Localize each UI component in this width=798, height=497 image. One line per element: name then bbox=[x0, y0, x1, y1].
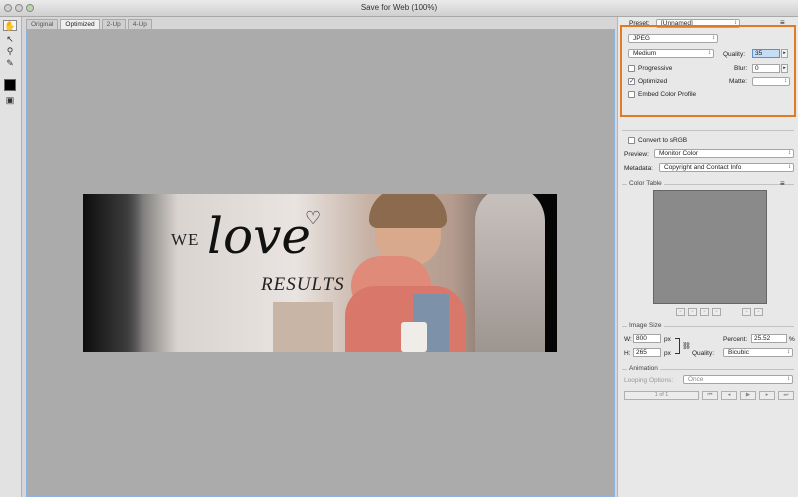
image-size-title: Image Size bbox=[627, 322, 664, 329]
tab-optimized[interactable]: Optimized bbox=[60, 19, 100, 29]
chain-link-icon[interactable]: ⛓ bbox=[682, 342, 691, 350]
lock-color-icon[interactable]: ▫ bbox=[700, 308, 709, 316]
matte-select[interactable] bbox=[752, 77, 790, 86]
preview-label: Preview: bbox=[624, 151, 649, 158]
window-titlebar: Save for Web (100%) bbox=[0, 0, 798, 17]
banner-woman-hair bbox=[369, 194, 447, 228]
preview-canvas[interactable]: WE love ♡ RESULTS bbox=[26, 29, 615, 497]
animation-title: Animation bbox=[627, 365, 660, 372]
view-tabs: Original Optimized 2-Up 4-Up bbox=[26, 19, 152, 29]
banner-text-results: RESULTS bbox=[261, 274, 345, 295]
height-input[interactable]: 265 bbox=[633, 348, 661, 357]
embed-color-profile-checkbox[interactable] bbox=[628, 91, 635, 98]
width-unit: px bbox=[664, 336, 671, 343]
progressive-checkbox[interactable] bbox=[628, 65, 635, 72]
tab-4-up[interactable]: 4-Up bbox=[127, 19, 152, 29]
play-button[interactable]: ▶ bbox=[740, 391, 756, 400]
color-table-menu-icon[interactable]: ≡ bbox=[780, 179, 785, 188]
tab-original[interactable]: Original bbox=[26, 19, 59, 29]
convert-srgb-checkbox[interactable] bbox=[628, 137, 635, 144]
quality-level-select[interactable]: Medium bbox=[628, 49, 714, 58]
looping-options-select[interactable]: Once bbox=[683, 375, 793, 384]
percent-label: Percent: bbox=[723, 336, 748, 343]
hand-tool-icon[interactable]: ✋ bbox=[3, 20, 17, 31]
banner-coffee-cup bbox=[401, 322, 427, 352]
height-unit: px bbox=[664, 350, 671, 357]
heart-icon: ♡ bbox=[305, 208, 322, 228]
optimized-checkbox[interactable]: ✓ bbox=[628, 78, 635, 85]
last-frame-button[interactable]: ⏭ bbox=[778, 391, 794, 400]
color-table-title: Color Table bbox=[627, 180, 664, 187]
tab-2-up[interactable]: 2-Up bbox=[101, 19, 126, 29]
matte-label: Matte: bbox=[729, 78, 748, 85]
zoom-tool-icon[interactable]: ⚲ bbox=[3, 46, 17, 57]
next-frame-button[interactable]: ▸ bbox=[759, 391, 775, 400]
height-label: H: bbox=[624, 350, 631, 357]
eyedropper-color-swatch[interactable] bbox=[4, 79, 16, 91]
color-table-area[interactable] bbox=[653, 190, 767, 304]
blur-input[interactable]: 0 bbox=[752, 64, 780, 73]
color-option-icon[interactable]: ▫ bbox=[742, 308, 751, 316]
web-snap-icon[interactable]: ▫ bbox=[688, 308, 697, 316]
eyedropper-tool-icon[interactable]: ✎ bbox=[3, 58, 17, 69]
new-color-icon[interactable]: ▫ bbox=[712, 308, 721, 316]
first-frame-button[interactable]: ⏮ bbox=[702, 391, 718, 400]
width-input[interactable]: 800 bbox=[633, 334, 661, 343]
width-label: W: bbox=[624, 336, 632, 343]
file-format-select[interactable]: JPEG bbox=[628, 34, 718, 43]
metadata-select[interactable]: Copyright and Contact Info bbox=[659, 163, 794, 172]
banner-text-we: WE bbox=[171, 230, 200, 249]
frame-counter: 1 of 1 bbox=[624, 391, 699, 400]
divider bbox=[622, 130, 794, 131]
embed-color-profile-label: Embed Color Profile bbox=[638, 91, 697, 98]
constrain-bracket bbox=[675, 338, 680, 354]
progressive-label: Progressive bbox=[638, 65, 673, 72]
banner-man-figure bbox=[475, 194, 545, 352]
map-color-icon[interactable]: ▫ bbox=[676, 308, 685, 316]
banner-image: WE love ♡ RESULTS bbox=[83, 194, 557, 352]
percent-input[interactable]: 25.52 bbox=[751, 334, 787, 343]
blur-label: Blur: bbox=[734, 65, 748, 72]
preview-select[interactable]: Monitor Color bbox=[654, 149, 794, 158]
looping-options-label: Looping Options: bbox=[624, 377, 674, 384]
quality-stepper[interactable]: ▸ bbox=[781, 49, 788, 58]
delete-color-icon[interactable]: ▫ bbox=[754, 308, 763, 316]
resample-quality-select[interactable]: Bicubic bbox=[723, 348, 793, 357]
optimized-label: Optimized bbox=[638, 78, 668, 85]
blur-stepper[interactable]: ▸ bbox=[781, 64, 788, 73]
metadata-label: Metadata: bbox=[624, 165, 653, 172]
convert-srgb-label: Convert to sRGB bbox=[638, 137, 688, 144]
percent-unit: % bbox=[789, 336, 795, 343]
window-title: Save for Web (100%) bbox=[360, 3, 438, 12]
banner-left-shade bbox=[83, 194, 143, 352]
banner-text-love: love bbox=[207, 207, 311, 265]
quality-input[interactable]: 35 bbox=[752, 49, 780, 58]
slice-select-tool-icon[interactable]: ↖ bbox=[3, 34, 17, 45]
tool-palette: ✋ ↖ ⚲ ✎ ▣ bbox=[0, 17, 22, 497]
resample-quality-label: Quality: bbox=[692, 350, 715, 357]
previous-frame-button[interactable]: ◂ bbox=[721, 391, 737, 400]
quality-label: Quality: bbox=[723, 51, 746, 58]
banner-shopping-bag bbox=[273, 302, 333, 352]
preview-toggle-icon[interactable]: ▣ bbox=[3, 95, 17, 106]
